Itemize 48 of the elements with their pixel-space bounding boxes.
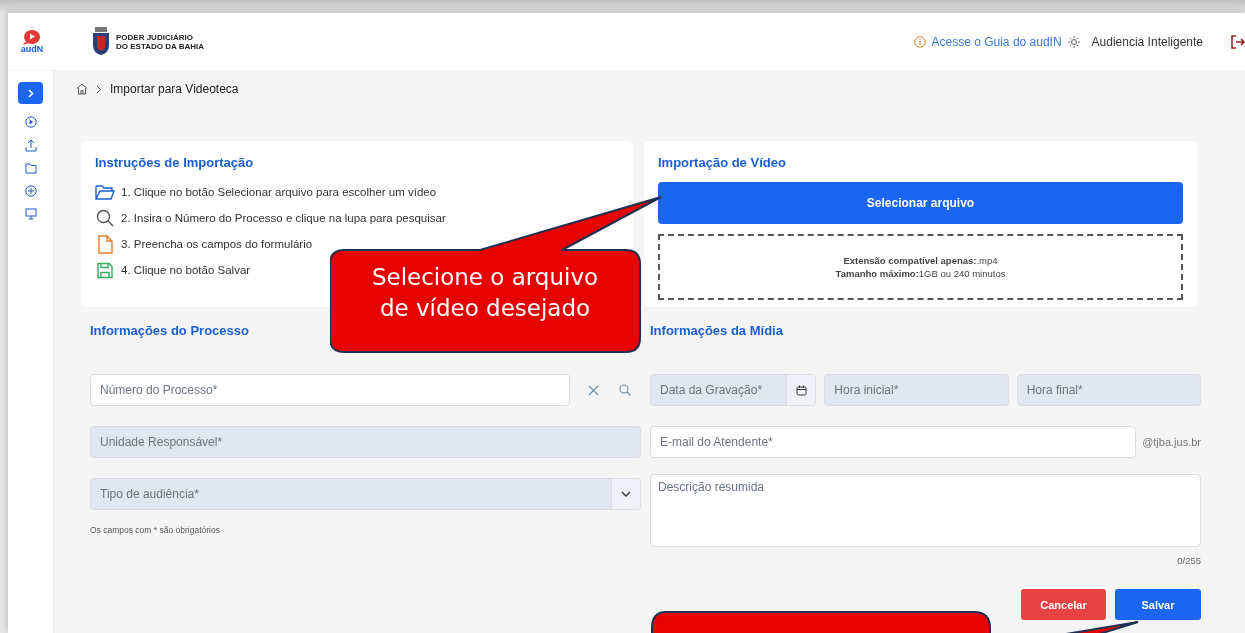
play-circle-icon[interactable] — [24, 116, 37, 128]
select-file-button[interactable]: Selecionar arquivo — [658, 182, 1183, 224]
chevron-right-icon — [27, 88, 34, 98]
sidebar-toggle-button[interactable] — [18, 82, 43, 104]
sun-icon[interactable] — [1067, 35, 1080, 48]
folder-icon[interactable] — [24, 163, 37, 174]
cancel-button[interactable]: Cancelar — [1021, 589, 1106, 620]
character-counter: 0/255 — [1177, 555, 1201, 566]
search-icon — [95, 209, 115, 227]
plus-circle-icon[interactable] — [24, 185, 37, 197]
description-field[interactable]: Descrição resumida — [650, 474, 1201, 547]
email-field[interactable]: E-mail do Atendente* — [650, 426, 1137, 458]
email-domain: @tjba.jus.br — [1142, 436, 1201, 448]
app-logo-icon — [21, 29, 43, 45]
chevron-down-icon — [621, 491, 631, 497]
home-icon[interactable] — [76, 83, 88, 95]
monitor-icon[interactable] — [24, 208, 37, 220]
logout-icon[interactable] — [1231, 34, 1245, 49]
instruction-step: 1. Clique no botão Selecionar arquivo para escolher um vídeo — [121, 186, 437, 198]
section-title: Informações da Mídia — [650, 323, 784, 339]
coat-of-arms-icon — [90, 26, 112, 57]
chevron-right-icon — [96, 84, 102, 94]
app-logo-text: audN — [20, 45, 44, 54]
upload-icon[interactable] — [24, 139, 37, 152]
card-title: Importação de Vídeo — [658, 155, 787, 170]
org-subtitle: DO ESTADO DA BAHIA — [116, 41, 204, 51]
section-title: Informações do Processo — [90, 323, 250, 339]
clear-icon[interactable] — [588, 384, 599, 396]
breadcrumb-current: Importar para Videoteca — [110, 82, 239, 96]
instruction-step: 2. Insira o Número do Processo e clique na lupa para pesquisar — [121, 212, 446, 224]
file-requirement: Extensão compatível apenas:.mp4 — [843, 254, 998, 267]
file-icon — [95, 234, 115, 254]
search-icon[interactable] — [619, 384, 631, 396]
calendar-icon — [795, 384, 807, 396]
app-name: Audiencia Inteligente — [1091, 34, 1203, 49]
callout-text: Selecione o arquivo de vídeo desejado — [370, 263, 600, 323]
instruction-step: 4. Clique no botão Salvar — [121, 264, 251, 276]
info-icon — [913, 35, 926, 48]
process-number-field[interactable]: Número do Processo* — [90, 374, 570, 406]
drop-zone[interactable]: Extensão compatível apenas:.mp4 Tamanho máximo:1GB ou 240 minutos — [658, 234, 1183, 300]
card-title: Instruções de Importação — [95, 155, 255, 170]
file-requirement: Tamanho máximo:1GB ou 240 minutos — [835, 267, 1006, 280]
save-button[interactable]: Salvar — [1115, 589, 1201, 620]
folder-icon — [95, 184, 115, 200]
guide-link[interactable]: Acesse o Guia do audIN — [931, 34, 1062, 49]
required-hint: Os campos com * são obrigatórios — [90, 525, 221, 535]
instruction-step: 3. Preencha os campos do formulário — [121, 238, 313, 250]
org-name: PODER JUDICIÁRIO — [116, 32, 194, 42]
